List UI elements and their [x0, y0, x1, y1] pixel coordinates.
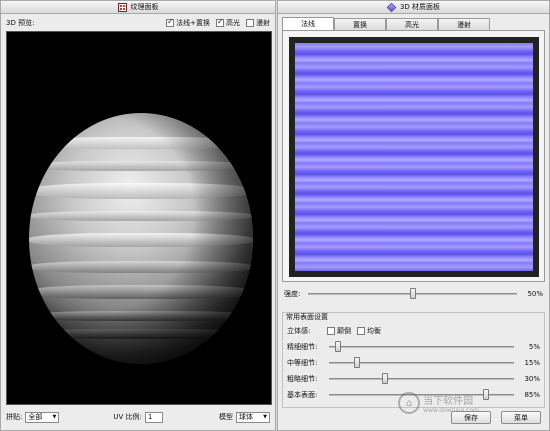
preview-bottom-bar: 拼贴: 全部 ▼ UV 比例: 1 模型 球体 ▼: [6, 410, 270, 424]
strength-value: 50%: [527, 290, 543, 298]
checkbox-label: 漫射: [256, 19, 270, 27]
cube-icon: [386, 2, 397, 12]
stereo-label: 立体感:: [287, 327, 311, 335]
preview-header: 3D 预览: 法线+置换 高光 漫射: [6, 17, 270, 29]
fine-detail-value: 5%: [528, 343, 540, 351]
fine-detail-slider[interactable]: [329, 341, 514, 353]
texture-panel: 纹理面板 3D 预览: 法线+置换 高光 漫射: [0, 0, 276, 431]
coarse-detail-slider[interactable]: [329, 373, 514, 385]
checkbox-box[interactable]: [246, 19, 254, 27]
texture-panel-titlebar: 纹理面板: [1, 1, 275, 14]
checkbox-box[interactable]: [357, 327, 365, 335]
model-select[interactable]: 球体 ▼: [236, 411, 270, 423]
checkbox-box[interactable]: [327, 327, 335, 335]
model-select-value: 球体: [239, 413, 253, 421]
checkbox-label: 均衡: [367, 327, 381, 335]
material-tabs: 法线 置换 高光 漫射: [282, 17, 545, 30]
checkbox-label: 颠倒: [337, 327, 351, 335]
uv-scale-spinner[interactable]: 1: [144, 411, 163, 423]
strength-label: 强度:: [284, 290, 301, 298]
menu-button-label: 菜单: [514, 413, 528, 422]
chevron-down-icon: ▼: [52, 414, 57, 420]
slider-track: [329, 346, 514, 348]
tab-label: 法线: [301, 20, 315, 28]
fine-detail-row: 精细细节: 5%: [287, 341, 540, 353]
checkbox-box[interactable]: [216, 17, 224, 27]
normal-map-preview: [289, 37, 539, 277]
strength-slider[interactable]: [308, 288, 517, 300]
preview-label: 3D 预览:: [6, 19, 35, 27]
normal-tab-body: [282, 30, 545, 282]
tile-select-value: 全部: [28, 413, 43, 421]
coarse-detail-label: 粗略细节:: [287, 375, 318, 383]
specular-checkbox[interactable]: 高光: [216, 17, 240, 28]
watermark-logo-icon: ⌂: [398, 392, 421, 414]
material-panel: 3D 材质面板 法线 置换 高光 漫射 强度: 50% 常用表面设置 立体感: …: [277, 0, 550, 431]
base-surface-value: 85%: [524, 391, 540, 399]
tile-select[interactable]: 全部 ▼: [25, 411, 60, 423]
uv-scale-value: 1: [147, 413, 153, 421]
checkbox-box[interactable]: [166, 17, 175, 27]
texture-icon: [117, 2, 127, 12]
invert-checkbox[interactable]: 颠倒: [327, 326, 351, 336]
menu-button[interactable]: 菜单: [501, 411, 541, 424]
medium-detail-slider[interactable]: [329, 357, 514, 369]
tab-label: 置换: [353, 20, 367, 29]
medium-detail-row: 中等细节: 15%: [287, 357, 540, 369]
coarse-detail-value: 30%: [524, 375, 540, 383]
slider-handle[interactable]: [381, 373, 388, 384]
preview-sphere[interactable]: [29, 113, 253, 364]
group-title: 常用表面设置: [286, 313, 328, 321]
coarse-detail-row: 粗略细节: 30%: [287, 373, 540, 385]
uv-scale-label: UV 比例:: [113, 413, 142, 421]
checkbox-label: 高光: [226, 19, 240, 27]
tab-specular[interactable]: 高光: [386, 18, 438, 30]
stereo-row: 立体感: 颠倒 均衡: [287, 325, 540, 337]
slider-handle[interactable]: [353, 357, 360, 368]
save-button-label: 保存: [464, 413, 478, 422]
checkbox-label: 法线+置换: [176, 19, 210, 27]
diffuse-checkbox[interactable]: 漫射: [246, 18, 270, 28]
material-panel-title: 3D 材质面板: [399, 3, 441, 11]
tab-diffuse[interactable]: 漫射: [438, 18, 490, 30]
slider-track: [329, 378, 514, 380]
model-label: 模型: [219, 413, 233, 421]
slider-handle[interactable]: [483, 389, 490, 400]
slider-handle[interactable]: [335, 341, 342, 352]
tab-normal[interactable]: 法线: [282, 17, 334, 30]
tab-label: 漫射: [457, 20, 471, 29]
tab-label: 高光: [405, 20, 419, 29]
sphere-shading: [29, 113, 253, 364]
normal-displace-checkbox[interactable]: 法线+置换: [166, 17, 210, 28]
save-button[interactable]: 保存: [451, 411, 491, 424]
base-surface-label: 基本表面:: [287, 391, 318, 399]
normal-map-texture: [295, 43, 533, 271]
watermark-text: 当下软件园: [423, 396, 474, 407]
strength-row: 强度: 50%: [284, 288, 543, 300]
medium-detail-value: 15%: [524, 359, 540, 367]
balance-checkbox[interactable]: 均衡: [357, 326, 381, 336]
slider-handle[interactable]: [409, 288, 416, 299]
tab-displace[interactable]: 置换: [334, 18, 386, 30]
fine-detail-label: 精细细节:: [287, 343, 318, 351]
material-panel-titlebar: 3D 材质面板: [278, 1, 549, 14]
medium-detail-label: 中等细节:: [287, 359, 318, 367]
tile-label: 拼贴:: [6, 413, 23, 421]
texture-panel-title: 纹理面板: [130, 3, 159, 11]
chevron-down-icon: ▼: [263, 414, 267, 420]
3d-preview-viewport[interactable]: [6, 31, 272, 405]
